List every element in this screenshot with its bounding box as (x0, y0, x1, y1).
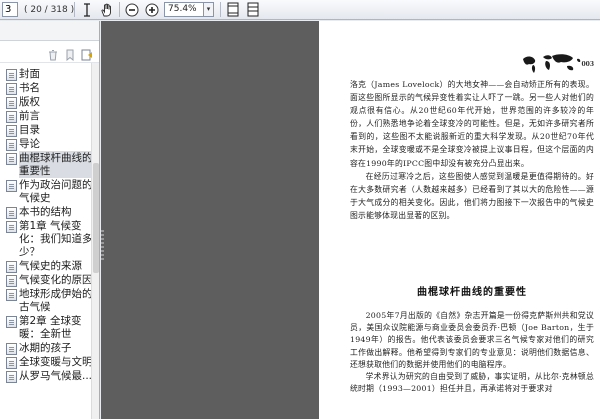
document-background (101, 21, 319, 419)
outline-item-sources[interactable]: 气候史的来源 (0, 259, 99, 273)
page-icon (6, 275, 17, 287)
fit-width-button[interactable] (244, 1, 262, 19)
body-text-bottom: 2005年7月出版的《自然》杂志开篇是一份得克萨斯州共和党议员，美国众议院能源与… (350, 310, 594, 395)
zoom-out-icon (125, 3, 139, 16)
outline-item-politics[interactable]: 作为政治问题的气候史 (0, 178, 99, 205)
section-heading: 曲棍球杆曲线的重要性 (417, 287, 527, 298)
outline-item-hockey-stick[interactable]: 曲棍球杆曲线的重要性 (0, 151, 99, 178)
zoom-in-button[interactable] (143, 1, 161, 19)
zoom-out-button[interactable] (123, 1, 141, 19)
page-icon (6, 357, 17, 369)
hand-tool-button[interactable] (98, 1, 116, 19)
outline-item-paleoclimate[interactable]: 地球形成伊始的古气候 (0, 287, 99, 314)
page-icon (6, 289, 17, 301)
text-cursor-icon (84, 2, 90, 17)
toolbar-separator (220, 2, 221, 17)
select-tool-button[interactable] (78, 1, 96, 19)
page-icon (6, 207, 17, 219)
page-icon (6, 316, 17, 328)
zoom-in-icon (145, 3, 159, 16)
zoom-dropdown-button[interactable]: ▾ (204, 2, 214, 17)
outline-item-roman[interactable]: 从罗马气候最... (0, 369, 99, 383)
fit-page-button[interactable] (224, 1, 242, 19)
outline-item-chapter-2[interactable]: 第2章 全球变暖：全新世 (0, 314, 99, 341)
document-page: 003 洛克（James Lovelock）的大地女神——会自动矫正所有的表现。… (319, 21, 600, 419)
page-number-input[interactable]: 3 (2, 2, 18, 17)
page-number-label: 003 (581, 61, 594, 68)
outline-item-introduction[interactable]: 导论 (0, 137, 99, 151)
page-icon (6, 69, 17, 81)
page-icon (6, 261, 17, 273)
bookmarks-panel: 封面 书名 版权 前言 目录 导论 曲棍球杆曲线的重要性 作为政治问题的气候史 … (0, 21, 100, 419)
outline-item-ice-age[interactable]: 冰期的孩子 (0, 341, 99, 355)
page-icon (6, 153, 17, 165)
outline-item-contents[interactable]: 目录 (0, 123, 99, 137)
outline-item-copyright[interactable]: 版权 (0, 95, 99, 109)
page-icon (6, 125, 17, 137)
fit-page-icon (227, 2, 239, 17)
body-text-top: 洛克（James Lovelock）的大地女神——会自动矫正所有的表现。面这些图… (350, 78, 594, 222)
page-icon (6, 83, 17, 95)
toolbar-separator (74, 2, 75, 17)
page-icon (6, 180, 17, 192)
outline-item-structure[interactable]: 本书的结构 (0, 205, 99, 219)
toolbar-separator (119, 2, 120, 17)
delete-bookmark-icon[interactable] (47, 46, 59, 60)
bookmark-options-icon[interactable] (81, 46, 93, 60)
outline-item-warming-civilization[interactable]: 全球变暖与文明 (0, 355, 99, 369)
outline-item-chapter-1[interactable]: 第1章 气候变化：我们知道多少？ (0, 219, 99, 259)
paragraph: 2005年7月出版的《自然》杂志开篇是一份得克萨斯州共和党议员，美国众议院能源与… (350, 311, 594, 369)
paragraph: 在经历过寒冷之后，这些图使人感觉到温暖是更值得期待的。好在大多数研究者（人数越来… (350, 171, 594, 220)
outline-item-cover[interactable]: 封面 (0, 67, 99, 81)
page-icon (6, 343, 17, 355)
page-icon (6, 97, 17, 109)
page-icon (6, 371, 17, 383)
page-icon (6, 139, 17, 151)
outline-item-causes[interactable]: 气候变化的原因 (0, 273, 99, 287)
outline-item-preface[interactable]: 前言 (0, 109, 99, 123)
new-bookmark-icon[interactable] (64, 46, 76, 61)
sidebar-scroll-thumb[interactable] (93, 163, 99, 273)
page-icon (6, 111, 17, 123)
paragraph: 洛克（James Lovelock）的大地女神——会自动矫正所有的表现。面这些图… (350, 80, 594, 168)
outline-tree: 封面 书名 版权 前言 目录 导论 曲棍球杆曲线的重要性 作为政治问题的气候史 … (0, 63, 99, 383)
page-count-label: ( 20 / 318 ) (24, 4, 75, 15)
zoom-level-field[interactable]: 75.4% (164, 2, 204, 17)
bookmark-toolbar (0, 41, 99, 63)
paragraph: 学术界认为研究的自由受到了威胁，事实证明，从比尔·克林顿总统时期（1993—20… (350, 372, 594, 394)
hand-icon (101, 3, 111, 16)
panel-header (0, 21, 99, 41)
outline-item-title[interactable]: 书名 (0, 81, 99, 95)
toolbar: 3 ( 20 / 318 ) 75.4% ▾ (0, 0, 600, 20)
page-icon (6, 221, 17, 233)
sidebar-scrollbar[interactable] (91, 63, 99, 419)
panel-resize-handle[interactable] (101, 230, 104, 260)
fit-width-icon (247, 2, 259, 17)
